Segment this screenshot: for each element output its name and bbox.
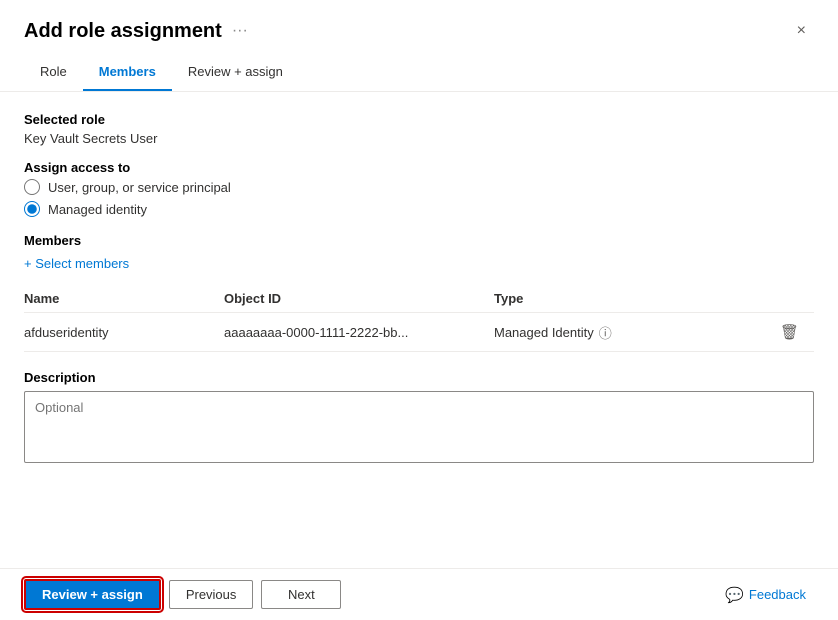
dialog-title: Add role assignment xyxy=(24,20,222,43)
selected-role-label: Selected role xyxy=(24,112,814,127)
radio-user-group[interactable]: User, group, or service principal xyxy=(24,179,814,195)
col-header-objectid: Object ID xyxy=(224,285,494,313)
dialog-body: Selected role Key Vault Secrets User Ass… xyxy=(0,92,838,568)
tab-role[interactable]: Role xyxy=(24,54,83,91)
col-header-action xyxy=(774,285,814,313)
radio-managed-identity-input[interactable] xyxy=(24,201,40,217)
feedback-icon: 💬 xyxy=(725,586,744,604)
delete-row-button[interactable]: 🗑 xyxy=(774,321,805,343)
select-members-link[interactable]: + Select members xyxy=(24,256,129,271)
radio-user-group-label: User, group, or service principal xyxy=(48,180,231,195)
feedback-label: Feedback xyxy=(749,587,806,602)
tab-review-assign[interactable]: Review + assign xyxy=(172,54,299,91)
row-name: afduseridentity xyxy=(24,313,224,352)
selected-role-value: Key Vault Secrets User xyxy=(24,131,814,146)
next-button[interactable]: Next xyxy=(261,580,341,609)
feedback-button[interactable]: 💬 Feedback xyxy=(717,582,814,608)
description-section: Description xyxy=(24,370,814,466)
members-section: Members + Select members Name Object ID … xyxy=(24,233,814,352)
table-row: afduseridentity aaaaaaaa-0000-1111-2222-… xyxy=(24,313,814,352)
tab-members[interactable]: Members xyxy=(83,54,172,91)
tabs-bar: Role Members Review + assign xyxy=(0,54,838,92)
info-icon[interactable]: ⓘ xyxy=(599,323,612,342)
add-role-assignment-dialog: Add role assignment ··· × Role Members R… xyxy=(0,0,838,620)
radio-managed-identity-label: Managed identity xyxy=(48,202,147,217)
col-header-type: Type xyxy=(494,285,774,313)
description-label: Description xyxy=(24,370,814,385)
dialog-footer: Review + assign Previous Next 💬 Feedback xyxy=(0,568,838,620)
description-textarea[interactable] xyxy=(24,391,814,463)
title-row: Add role assignment ··· xyxy=(24,20,248,43)
review-assign-button[interactable]: Review + assign xyxy=(24,579,161,610)
members-table: Name Object ID Type afduseridentity aaaa… xyxy=(24,285,814,352)
row-type: Managed Identity ⓘ xyxy=(494,313,774,352)
row-objectid: aaaaaaaa-0000-1111-2222-bb... xyxy=(224,313,494,352)
close-button[interactable]: × xyxy=(789,18,814,44)
row-action: 🗑 xyxy=(774,313,814,352)
members-label: Members xyxy=(24,233,814,248)
dialog-header: Add role assignment ··· × xyxy=(0,0,838,54)
col-header-name: Name xyxy=(24,285,224,313)
previous-button[interactable]: Previous xyxy=(169,580,254,609)
ellipsis-menu[interactable]: ··· xyxy=(232,22,248,40)
radio-managed-identity[interactable]: Managed identity xyxy=(24,201,814,217)
assign-access-label: Assign access to xyxy=(24,160,814,175)
assign-access-radio-group: User, group, or service principal Manage… xyxy=(24,179,814,217)
radio-user-group-input[interactable] xyxy=(24,179,40,195)
